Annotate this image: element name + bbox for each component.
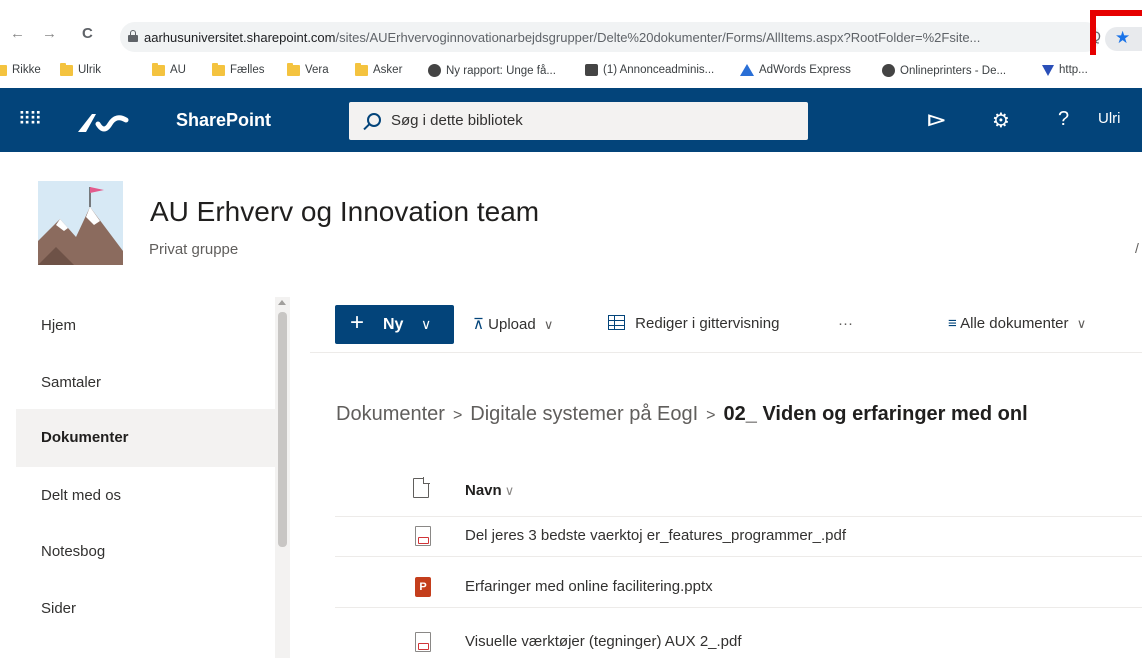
breadcrumb-current: 02_ Viden og erfaringer med onl: [723, 403, 1028, 425]
bookmark-adwords[interactable]: AdWords Express: [740, 64, 851, 76]
edit-grid-label: Rediger i gittervisning: [635, 315, 780, 332]
pdf-icon: [415, 526, 431, 546]
site-header-fragment: /: [1135, 240, 1139, 256]
bookmark-vera[interactable]: Vera: [287, 62, 329, 76]
list-header: Navn ∨: [335, 467, 1142, 517]
au-logo-icon[interactable]: [76, 110, 132, 136]
name-column-header[interactable]: Navn ∨: [465, 482, 514, 499]
powerpoint-icon: P: [415, 577, 431, 597]
site-header: AU Erhverv og Innovation team Privat gru…: [0, 152, 1142, 288]
user-name[interactable]: Ulri: [1098, 110, 1121, 127]
view-label: Alle dokumenter: [960, 315, 1069, 332]
folder-icon: [60, 62, 73, 76]
search-input[interactable]: Søg i dette bibliotek: [349, 102, 808, 140]
edit-grid-button[interactable]: Rediger i gittervisning: [608, 315, 779, 332]
search-placeholder: Søg i dette bibliotek: [391, 112, 523, 129]
site-subtitle: Privat gruppe: [149, 241, 239, 258]
file-name[interactable]: Visuelle værktøjer (tegninger) AUX 2_.pd…: [465, 633, 742, 650]
mountain-flag-icon: [38, 181, 123, 265]
more-options-button[interactable]: ···: [838, 315, 853, 332]
bookmark-asker[interactable]: Asker: [355, 62, 402, 76]
lock-icon: [128, 30, 138, 42]
file-name[interactable]: Erfaringer med online facilitering.pptx: [465, 578, 713, 595]
bookmark-ny-rapport[interactable]: Ny rapport: Unge få...: [428, 64, 556, 77]
bookmark-faelles[interactable]: Fælles: [212, 62, 265, 76]
bookmark-annonceadmin[interactable]: (1) Annonceadminis...: [585, 64, 714, 76]
plus-icon: +: [350, 309, 365, 336]
folder-icon: [212, 62, 225, 76]
browser-toolbar: ← → C aarhusuniversitet.sharepoint.com/s…: [0, 0, 1142, 72]
search-icon: [367, 113, 381, 127]
view-list-icon: ≡: [948, 315, 957, 332]
folder-icon: [152, 62, 165, 76]
globe-icon: [428, 64, 441, 77]
breadcrumb: Dokumenter > Digitale systemer på EogI >02_…: [336, 403, 1028, 426]
site-logo[interactable]: [38, 181, 123, 265]
app-title[interactable]: SharePoint: [176, 110, 271, 131]
upload-button[interactable]: ⊼ Upload ∨: [473, 315, 553, 333]
bookmark-http[interactable]: http...: [1042, 64, 1088, 76]
url-text[interactable]: aarhusuniversitet.sharepoint.com/sites/A…: [144, 30, 980, 45]
pdf-icon: [415, 632, 431, 652]
nav-scrollbar[interactable]: [275, 297, 290, 658]
bookmark-au[interactable]: AU: [152, 62, 186, 76]
chevron-down-icon: ∨: [543, 317, 554, 332]
bookmarks-bar: Rikke Ulrik AU Fælles Vera Asker Ny rapp…: [0, 55, 1142, 88]
site-title[interactable]: AU Erhverv og Innovation team: [150, 196, 539, 228]
table-row[interactable]: Visuelle værktøjer (tegninger) AUX 2_.pd…: [335, 623, 1142, 658]
app-launcher-icon[interactable]: ⠿⠿: [18, 110, 42, 128]
file-name[interactable]: Del jeres 3 bedste vaerktoj er_features_…: [465, 527, 846, 544]
nav-item-delt-med-os[interactable]: Delt med os: [16, 467, 275, 525]
back-icon[interactable]: ←: [10, 25, 25, 43]
v-logo-icon: [1042, 64, 1054, 76]
settings-icon[interactable]: ⚙: [992, 108, 1010, 133]
adwords-icon: [740, 64, 754, 76]
upload-label: Upload: [488, 316, 536, 333]
bookmark-rikke[interactable]: Rikke: [0, 64, 41, 76]
nav-item-notesbog[interactable]: Notesbog: [16, 523, 275, 581]
megaphone-icon[interactable]: ⊲: [925, 108, 947, 133]
nav-item-sider[interactable]: Sider: [16, 580, 275, 638]
chevron-right-icon: >: [706, 407, 716, 424]
chevron-down-icon: ∨: [421, 316, 432, 332]
view-selector[interactable]: ≡ Alle dokumenter ∨: [948, 315, 1086, 332]
scroll-up-icon[interactable]: [278, 300, 286, 305]
address-bar[interactable]: aarhusuniversitet.sharepoint.com/sites/A…: [120, 22, 1101, 52]
left-navigation: Hjem Samtaler Dokumenter Delt med os Not…: [16, 297, 275, 658]
scrollbar-thumb[interactable]: [278, 312, 287, 547]
folder-icon: [355, 62, 368, 76]
table-row[interactable]: Del jeres 3 bedste vaerktoj er_features_…: [335, 517, 1142, 557]
folder-icon: [287, 62, 300, 76]
grid-icon: [608, 315, 625, 330]
image-icon: [585, 64, 598, 76]
nav-item-samtaler[interactable]: Samtaler: [16, 354, 275, 412]
suite-bar: ⠿⠿ SharePoint Søg i dette bibliotek ⊲ ⚙ …: [0, 88, 1142, 152]
folder-icon: [0, 64, 7, 76]
forward-icon[interactable]: →: [42, 25, 57, 43]
chevron-right-icon: >: [452, 407, 463, 424]
bookmark-onlineprinters[interactable]: Onlineprinters - De...: [882, 64, 1006, 77]
upload-icon: ⊼: [473, 316, 484, 333]
globe-icon: [882, 64, 895, 77]
bookmark-ulrik[interactable]: Ulrik: [60, 62, 101, 76]
breadcrumb-digitale-systemer[interactable]: Digitale systemer på EogI: [470, 403, 698, 425]
file-type-icon[interactable]: [413, 477, 430, 498]
new-button[interactable]: + Ny ∨: [335, 305, 454, 344]
help-icon[interactable]: ?: [1058, 108, 1069, 131]
nav-item-dokumenter[interactable]: Dokumenter: [16, 409, 275, 467]
new-label: Ny: [383, 316, 404, 333]
command-bar: + Ny ∨ ⊼ Upload ∨ Rediger i gittervisnin…: [310, 297, 1142, 353]
nav-item-hjem[interactable]: Hjem: [16, 297, 275, 355]
chevron-down-icon: ∨: [504, 483, 515, 498]
breadcrumb-dokumenter[interactable]: Dokumenter: [336, 403, 445, 425]
chevron-down-icon: ∨: [1076, 316, 1087, 331]
table-row[interactable]: P Erfaringer med online facilitering.ppt…: [335, 568, 1142, 608]
reload-icon[interactable]: C: [82, 25, 93, 43]
